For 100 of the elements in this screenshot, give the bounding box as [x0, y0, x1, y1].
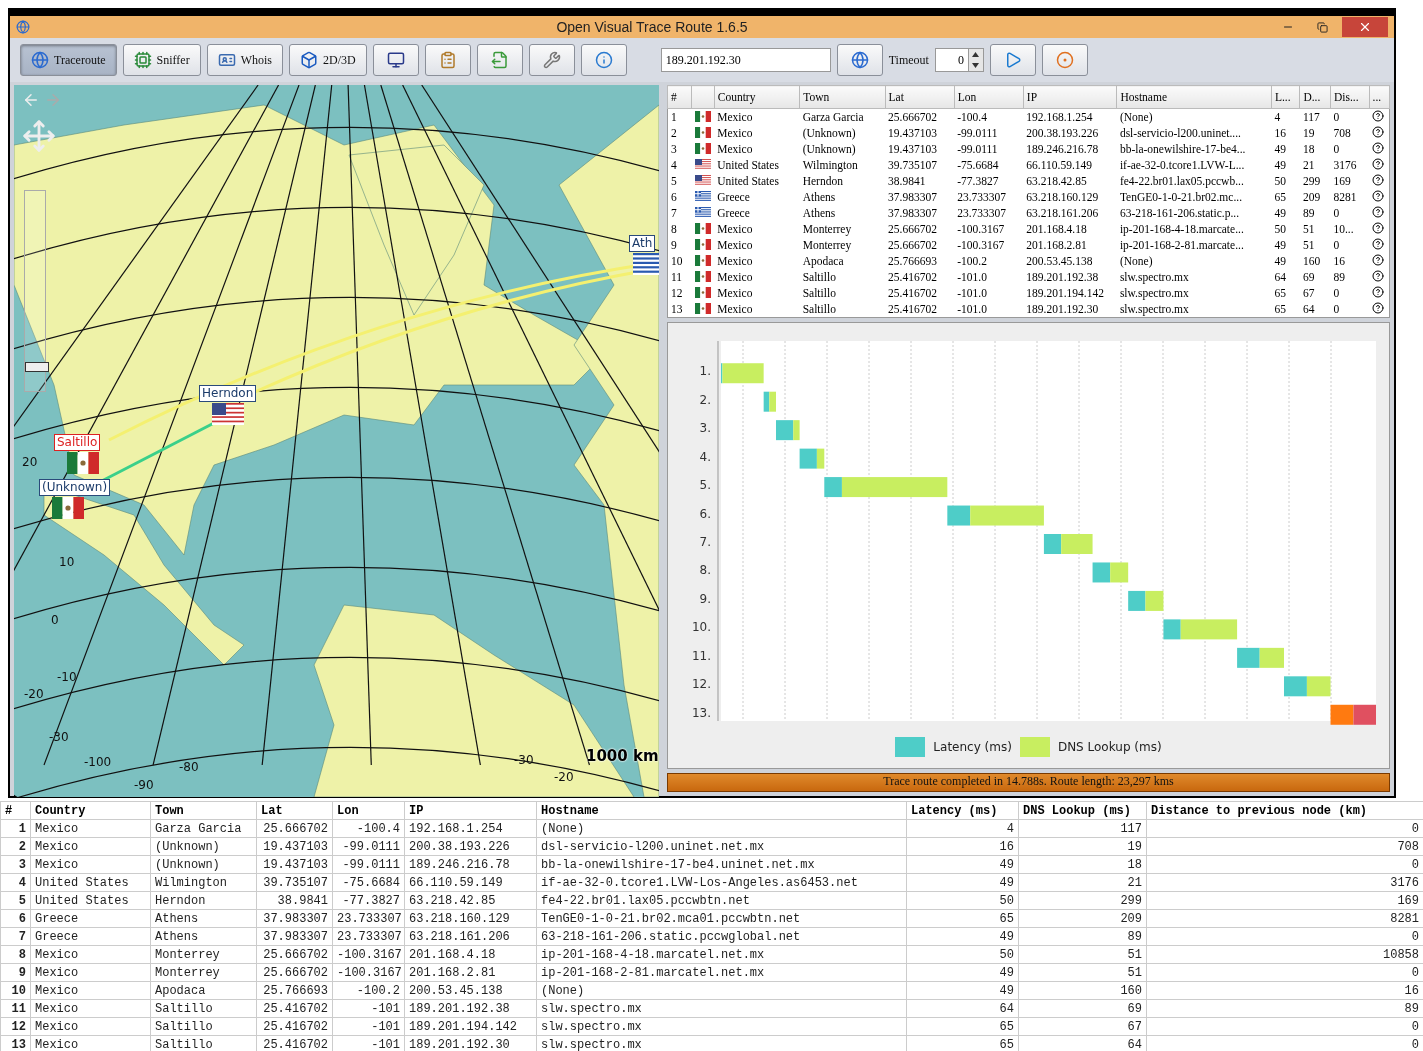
table-cell: Herndon	[799, 173, 886, 189]
hop-label: 3.	[699, 421, 711, 436]
legend-label: DNS Lookup (ms)	[1057, 740, 1162, 754]
help-icon[interactable]	[1372, 190, 1385, 202]
help-icon[interactable]	[1372, 270, 1385, 282]
grid-label: 10	[59, 555, 75, 569]
column-header: Latency (ms)	[906, 801, 1019, 820]
column-header[interactable]: Lat	[885, 85, 955, 109]
hop-bar	[776, 420, 800, 441]
hop-bar	[799, 448, 825, 469]
table-cell: 189.246.216.78	[1023, 141, 1117, 157]
toolbar-button[interactable]: 2D/3D	[289, 44, 367, 76]
table-cell: Greece	[714, 189, 800, 205]
table-cell: 25.666702	[885, 108, 955, 125]
monitor-button[interactable]	[372, 44, 419, 76]
column-header[interactable]: Dis...	[1330, 85, 1370, 109]
tools-button[interactable]	[528, 44, 575, 76]
table-cell: 64	[1271, 269, 1300, 285]
table-cell: -99.0111	[332, 855, 405, 874]
help-icon[interactable]	[1372, 158, 1385, 170]
timeout-spinner[interactable]: 0	[934, 48, 984, 72]
table-cell: 1	[0, 819, 31, 838]
table-cell: -100.3167	[954, 221, 1024, 237]
help-icon[interactable]	[1372, 142, 1385, 154]
stop-button[interactable]	[1041, 44, 1088, 76]
info-button[interactable]	[580, 44, 627, 76]
column-header: Lon	[332, 801, 405, 820]
table-cell: Saltillo	[799, 301, 886, 318]
hop-label: 11.	[691, 648, 711, 663]
table-cell: (Unknown)	[150, 837, 257, 856]
table-cell: 189.201.194.142	[1023, 285, 1117, 301]
table-cell: -75.6684	[332, 873, 405, 892]
down-arrow-icon[interactable]	[972, 63, 980, 68]
table-cell: Mexico	[30, 837, 151, 856]
table-cell: slw.spectro.mx	[1116, 285, 1272, 301]
circuit-board-icon	[133, 51, 152, 69]
locate-button[interactable]	[836, 44, 883, 76]
table-cell: 708	[1330, 125, 1370, 141]
toolbar-button[interactable]: Sniffer	[122, 44, 201, 76]
table-cell: 21	[1018, 873, 1147, 892]
up-arrow-icon[interactable]	[972, 52, 980, 57]
table-cell: 37.983307	[885, 189, 955, 205]
zoom-slider[interactable]	[24, 190, 46, 392]
help-icon[interactable]	[1372, 174, 1385, 186]
help-icon[interactable]	[1372, 126, 1385, 138]
table-cell: 7	[0, 927, 31, 946]
table-cell: 25.666702	[256, 945, 333, 964]
table-cell: 8	[667, 221, 692, 237]
column-header[interactable]: Lon	[954, 85, 1024, 109]
table-cell: 200.53.45.138	[1023, 253, 1117, 269]
table-cell: 25.666702	[885, 237, 955, 253]
export-button[interactable]	[476, 44, 523, 76]
help-icon[interactable]	[1372, 286, 1385, 298]
help-icon[interactable]	[1372, 222, 1385, 234]
table-cell: 39.735107	[256, 873, 333, 892]
clipboard-button[interactable]	[424, 44, 471, 76]
table-cell: 25.416702	[885, 285, 955, 301]
table-cell: 50	[906, 945, 1019, 964]
toolbar-button[interactable]: Whois	[206, 44, 283, 76]
column-header[interactable]: D...	[1299, 85, 1331, 109]
hop-label: 7.	[699, 535, 711, 549]
column-header[interactable]: ...	[1369, 85, 1390, 109]
table-cell: 63.218.160.129	[404, 909, 537, 928]
table-cell: 37.983307	[885, 205, 955, 221]
zoom-thumb[interactable]	[25, 362, 49, 372]
column-header[interactable]: #	[667, 85, 692, 109]
hop-label: 2.	[699, 392, 711, 407]
column-header[interactable]: IP	[1023, 85, 1117, 109]
table-cell: 1	[667, 108, 692, 125]
address-field[interactable]: 189.201.192.30	[660, 48, 831, 72]
column-header[interactable]: Hostname	[1116, 85, 1272, 109]
table-cell: Mexico	[30, 855, 151, 874]
column-header[interactable]: Town	[799, 85, 886, 109]
table-cell: 63.218.160.129	[1023, 189, 1117, 205]
table-cell: 11	[667, 269, 692, 285]
table-cell: Mexico	[30, 963, 151, 982]
table-cell: 50	[906, 891, 1019, 910]
hop-bar	[1128, 590, 1164, 611]
table-cell: 67	[1299, 285, 1331, 301]
column-header: Town	[150, 801, 257, 820]
us-flag-icon	[211, 403, 245, 425]
column-header[interactable]: L...	[1271, 85, 1300, 109]
start-button[interactable]	[989, 44, 1036, 76]
help-icon[interactable]	[1372, 110, 1385, 122]
hop-bar	[1043, 534, 1093, 554]
toolbar-button[interactable]: Traceroute	[20, 44, 117, 76]
help-icon[interactable]	[1372, 254, 1385, 266]
table-cell: Greece	[30, 927, 151, 946]
table-cell: 66.110.59.149	[404, 873, 537, 892]
window-title: Open Visual Trace Route 1.6.5	[555, 19, 749, 35]
table-cell: ip-201-168-2-81.marcatel.net.mx	[536, 963, 907, 982]
table-cell: 18	[1018, 855, 1147, 874]
column-header[interactable]: Country	[714, 85, 800, 109]
table-cell: 65	[1271, 301, 1300, 318]
hop-bar	[763, 391, 776, 412]
table-cell: 23.733307	[332, 909, 405, 928]
help-icon[interactable]	[1372, 238, 1385, 250]
help-icon[interactable]	[1372, 302, 1385, 314]
table-cell: -99.0111	[332, 837, 405, 856]
help-icon[interactable]	[1372, 206, 1385, 218]
